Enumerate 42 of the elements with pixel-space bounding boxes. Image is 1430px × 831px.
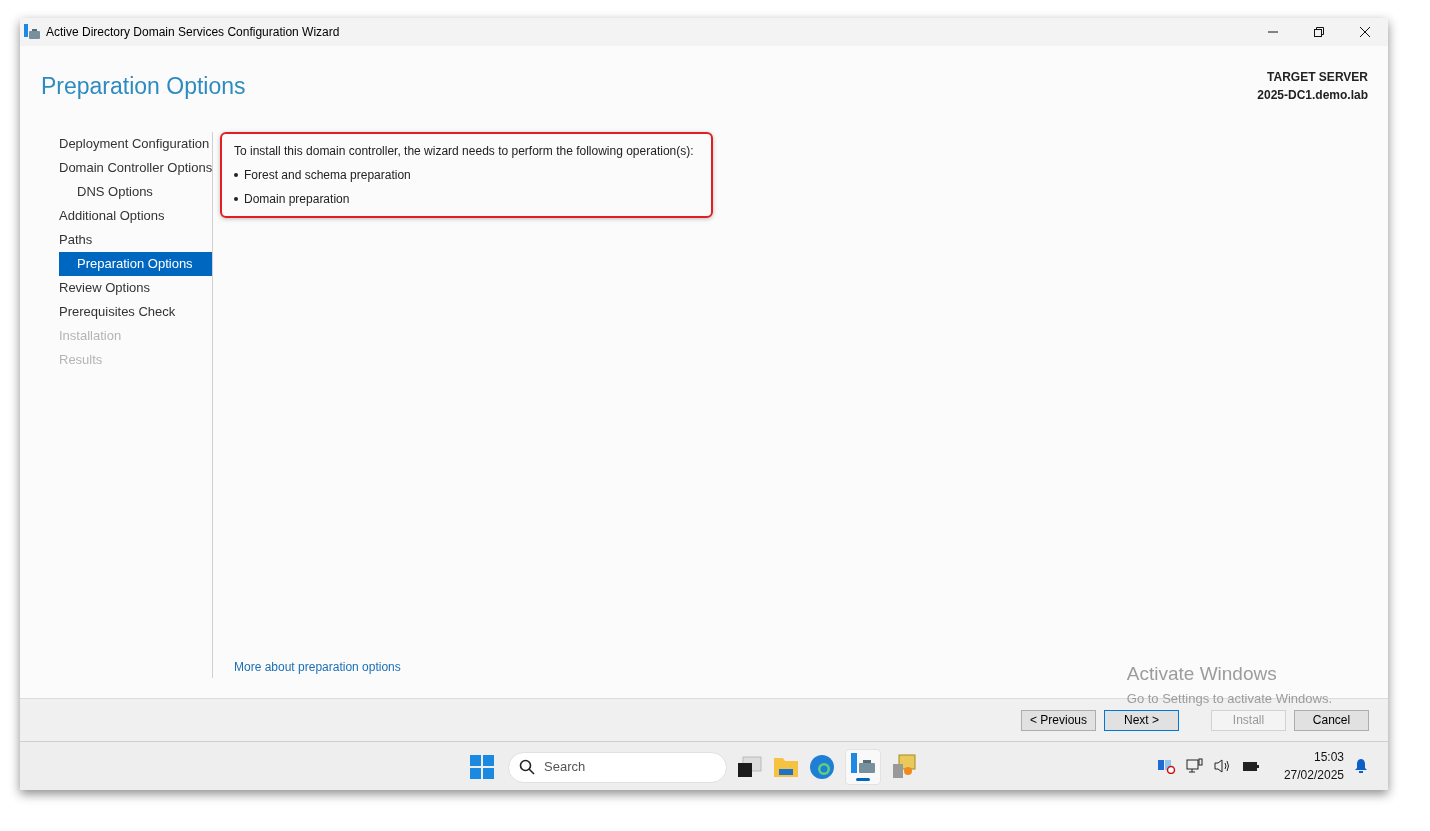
clock-time[interactable]: 15:03 [1313, 748, 1344, 766]
nav-item[interactable]: Deployment Configuration [59, 132, 212, 156]
start-icon[interactable] [470, 755, 494, 779]
nav-item[interactable]: Additional Options [59, 204, 212, 228]
clock-date[interactable]: 27/02/2025 [1283, 766, 1344, 784]
search-icon [519, 759, 535, 775]
browser-icon[interactable] [809, 754, 835, 780]
target-server-label: TARGET SERVER [1267, 69, 1368, 86]
operation-item: Domain preparation [244, 191, 350, 208]
nav-item[interactable]: Review Options [59, 276, 212, 300]
monitor-icon[interactable] [1185, 758, 1204, 774]
intro-text: To install this domain controller, the wizard needs to perform the following operation(s): [234, 143, 695, 160]
wizard-button[interactable]: < Previous [1021, 709, 1096, 731]
speaker-icon[interactable] [1213, 758, 1232, 774]
page-title: Preparation Options [41, 72, 246, 101]
nav-item[interactable]: Preparation Options [59, 252, 212, 276]
nav-item[interactable]: Paths [59, 228, 212, 252]
search-field[interactable]: Search [508, 751, 727, 783]
activation-title: Activate Windows [1126, 662, 1278, 686]
server-toolbox-icon [24, 24, 40, 40]
active-indicator [856, 778, 870, 781]
wizard-button[interactable]: Cancel [1294, 709, 1369, 731]
window-title: Active Directory Domain Services Configuration Wizard [46, 24, 340, 41]
close-icon [1360, 27, 1370, 37]
network-status-icon[interactable] [1157, 758, 1176, 774]
folder-icon[interactable] [773, 755, 799, 779]
nav-item[interactable]: Domain Controller Options [59, 156, 212, 180]
search-placeholder: Search [544, 758, 586, 777]
operation-item: Forest and schema preparation [244, 167, 411, 184]
wizard-button[interactable]: Next > [1104, 709, 1179, 731]
target-server-name: 2025-DC1.demo.lab [1257, 87, 1368, 104]
help-link[interactable]: More about preparation options [234, 660, 401, 674]
activation-subtitle: Go to Settings to activate Windows. [1126, 689, 1332, 708]
bullet-icon [234, 197, 238, 201]
task-view-icon[interactable] [737, 755, 763, 779]
bullet-icon [234, 173, 238, 177]
active-app-button[interactable] [845, 749, 881, 785]
restore-icon [1314, 27, 1324, 37]
nav-item[interactable]: DNS Options [59, 180, 212, 204]
server-toolbox-icon [851, 753, 875, 775]
bell-icon[interactable] [1354, 758, 1368, 774]
nav-item[interactable]: Prerequisites Check [59, 300, 212, 324]
